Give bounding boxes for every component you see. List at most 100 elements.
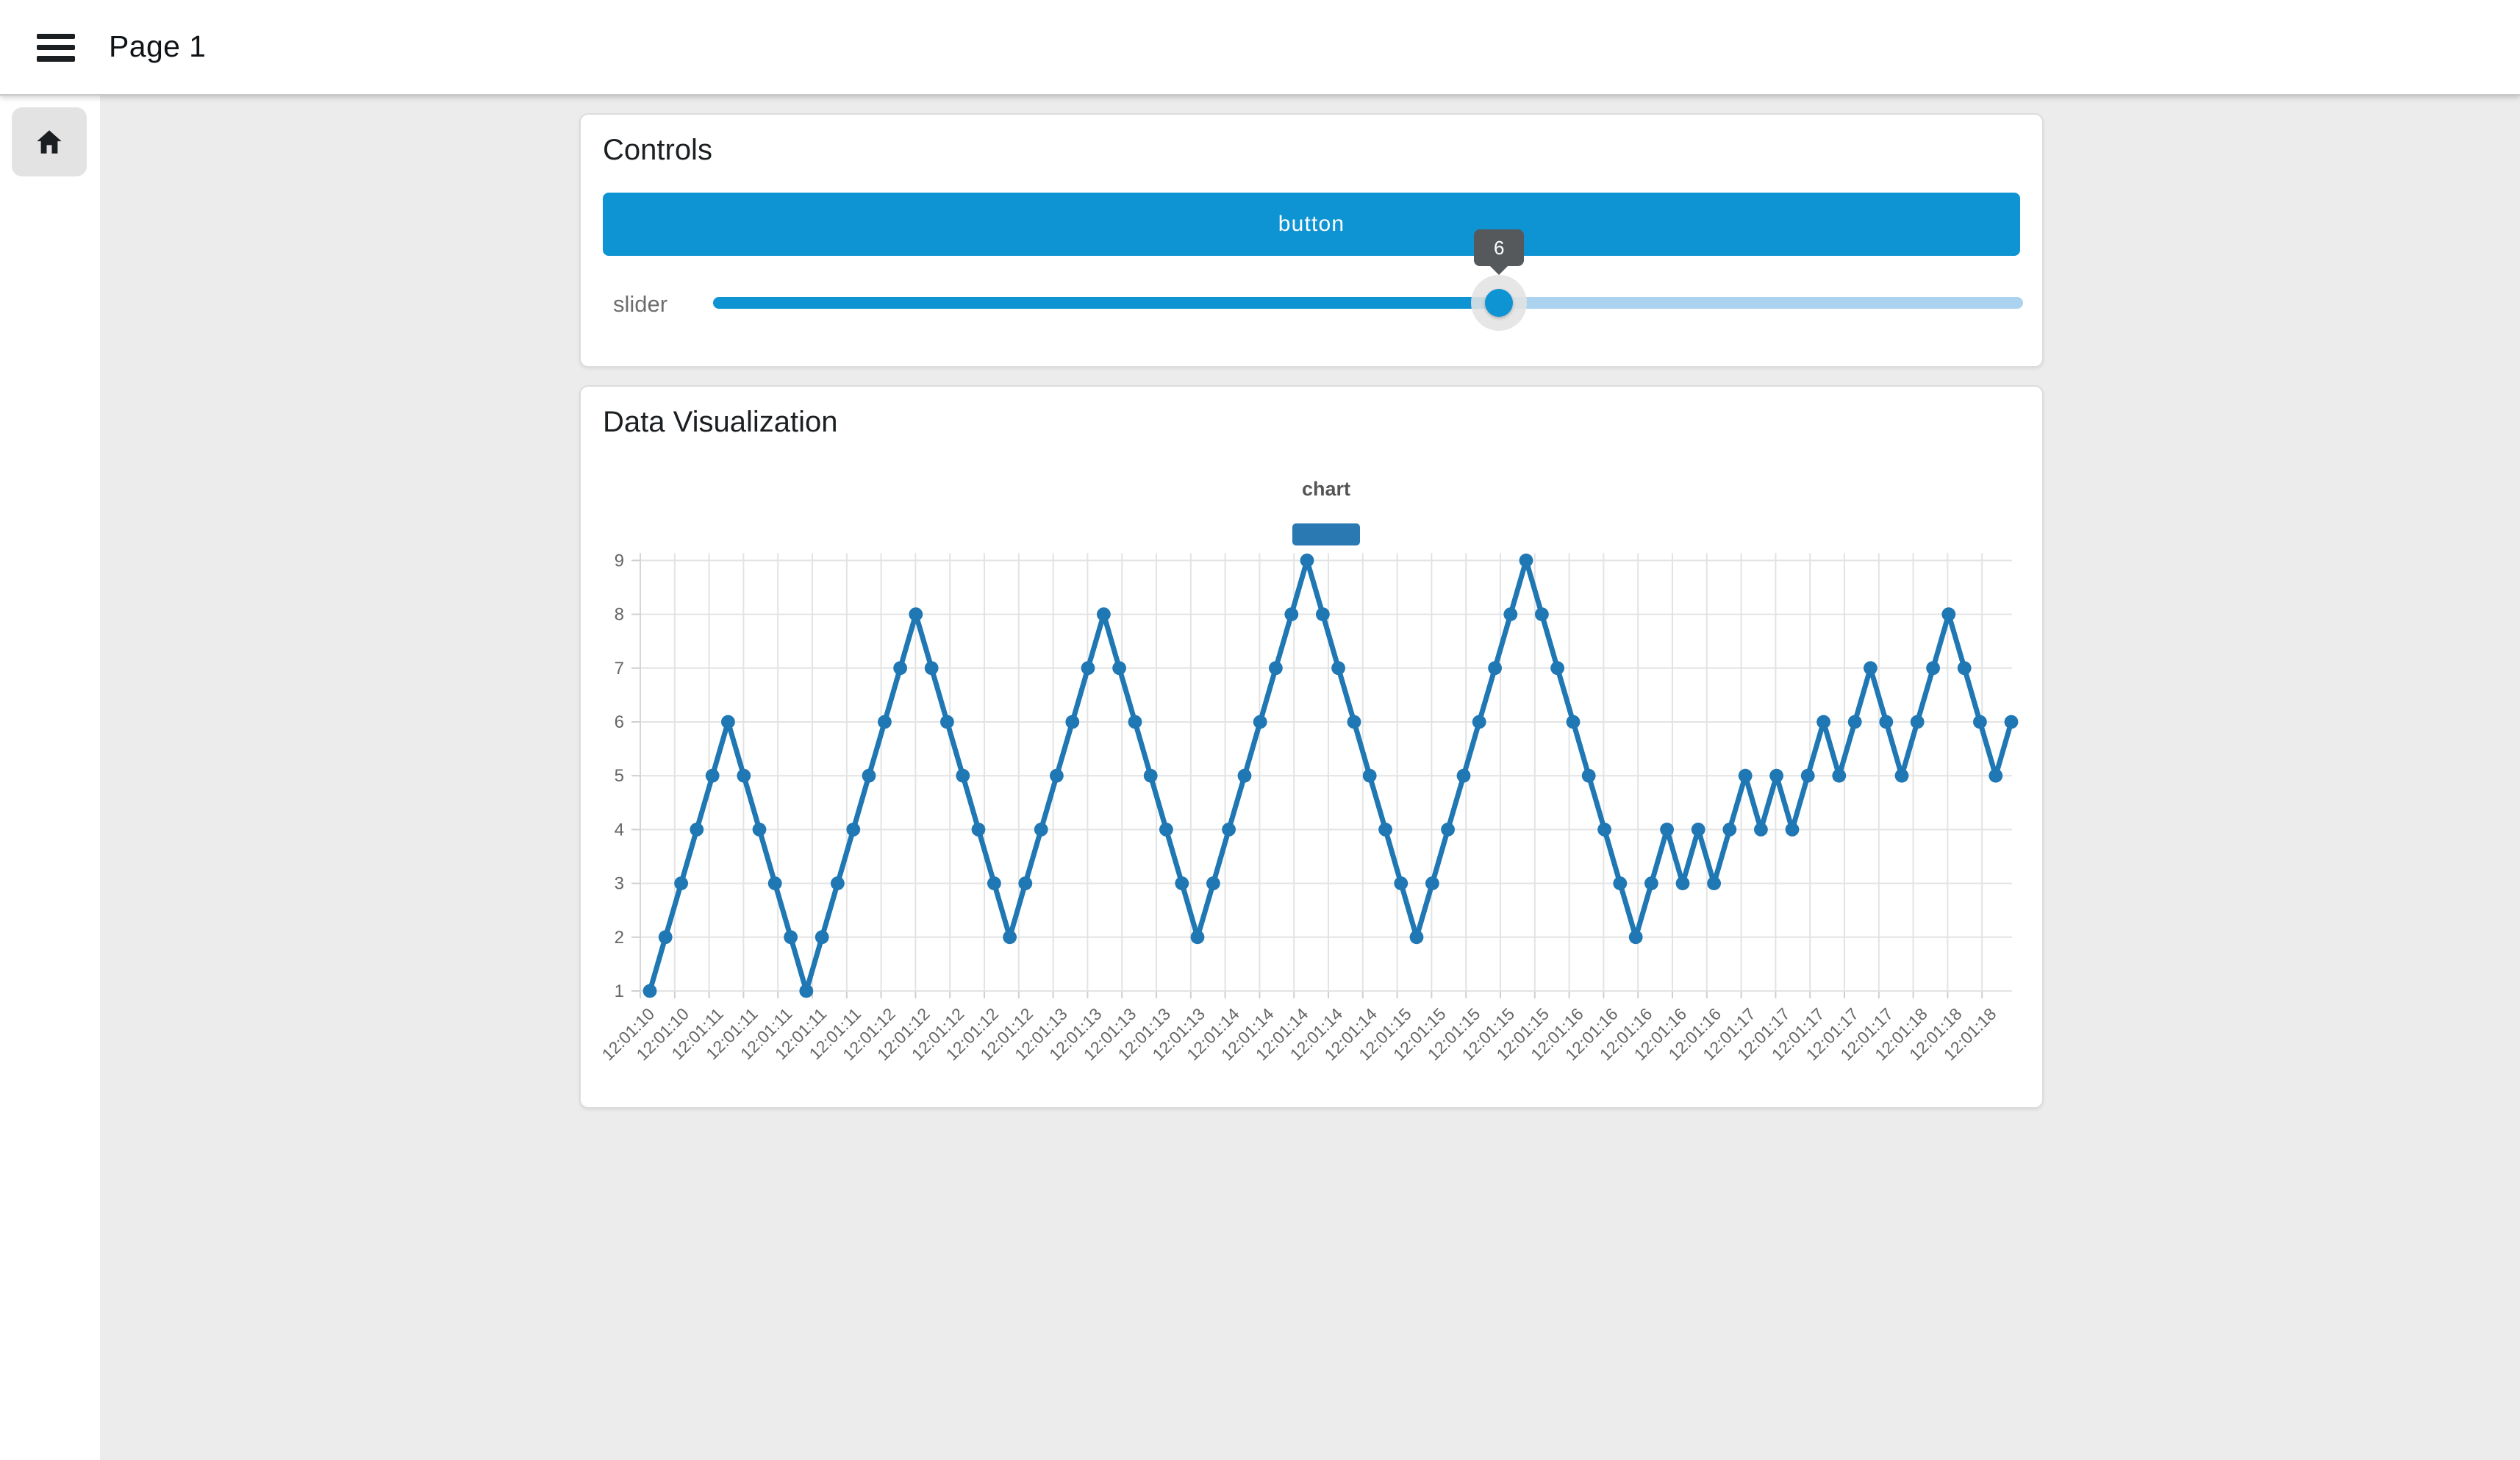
data-point[interactable]: [1801, 769, 1815, 783]
data-point[interactable]: [1848, 715, 1862, 729]
data-point[interactable]: [690, 823, 704, 837]
data-point[interactable]: [1347, 715, 1361, 729]
data-point[interactable]: [1269, 661, 1283, 675]
data-point[interactable]: [1472, 715, 1486, 729]
data-point[interactable]: [1441, 823, 1455, 837]
data-point[interactable]: [1457, 769, 1471, 783]
data-point[interactable]: [1378, 823, 1392, 837]
y-tick-label: 4: [615, 820, 624, 840]
data-point[interactable]: [1253, 715, 1267, 729]
data-point[interactable]: [1175, 876, 1189, 890]
data-point[interactable]: [1613, 876, 1627, 890]
data-point[interactable]: [659, 930, 673, 944]
data-point[interactable]: [1582, 769, 1596, 783]
data-point[interactable]: [1707, 876, 1721, 890]
data-point[interactable]: [1754, 823, 1768, 837]
data-point[interactable]: [972, 823, 986, 837]
data-point[interactable]: [1191, 930, 1205, 944]
data-point[interactable]: [1660, 823, 1674, 837]
data-point[interactable]: [1786, 823, 1800, 837]
data-point[interactable]: [1519, 554, 1533, 568]
data-point[interactable]: [1550, 661, 1564, 675]
data-point[interactable]: [940, 715, 954, 729]
data-point[interactable]: [1206, 876, 1220, 890]
data-point[interactable]: [1394, 876, 1408, 890]
controls-card: Controls button slider 6: [579, 113, 2044, 368]
legend-swatch[interactable]: [1292, 523, 1360, 545]
slider-value-tooltip: 6: [1474, 229, 1524, 266]
data-point[interactable]: [1832, 769, 1846, 783]
data-point[interactable]: [784, 930, 798, 944]
data-point[interactable]: [1535, 607, 1549, 621]
data-point[interactable]: [956, 769, 970, 783]
data-point[interactable]: [1144, 769, 1158, 783]
data-point[interactable]: [1159, 823, 1173, 837]
data-point[interactable]: [1503, 607, 1517, 621]
data-point[interactable]: [674, 876, 688, 890]
data-point[interactable]: [878, 715, 892, 729]
data-point[interactable]: [831, 876, 845, 890]
data-point[interactable]: [846, 823, 860, 837]
line-chart[interactable]: chart12:01:1012:01:1012:01:1112:01:1112:…: [581, 387, 2042, 1107]
data-point[interactable]: [1644, 876, 1658, 890]
data-point[interactable]: [862, 769, 876, 783]
data-point[interactable]: [1973, 715, 1987, 729]
data-point[interactable]: [721, 715, 735, 729]
data-point[interactable]: [1284, 607, 1298, 621]
data-point[interactable]: [799, 984, 813, 998]
data-point[interactable]: [643, 984, 657, 998]
slider-thumb[interactable]: [1485, 289, 1513, 317]
data-point[interactable]: [1958, 661, 1972, 675]
data-point[interactable]: [1112, 661, 1126, 675]
data-point[interactable]: [1722, 823, 1736, 837]
data-point[interactable]: [737, 769, 751, 783]
data-point[interactable]: [1425, 876, 1439, 890]
data-point[interactable]: [1410, 930, 1424, 944]
data-point[interactable]: [2005, 715, 2019, 729]
data-point[interactable]: [1879, 715, 1893, 729]
data-point[interactable]: [1895, 769, 1909, 783]
data-point[interactable]: [1567, 715, 1581, 729]
action-button[interactable]: button: [603, 193, 2020, 256]
data-point[interactable]: [753, 823, 767, 837]
page-title: Page 1: [109, 29, 206, 64]
data-point[interactable]: [1692, 823, 1705, 837]
data-point[interactable]: [1222, 823, 1236, 837]
data-point[interactable]: [1864, 661, 1878, 675]
data-point[interactable]: [925, 661, 939, 675]
data-point[interactable]: [1238, 769, 1252, 783]
data-point[interactable]: [1316, 607, 1330, 621]
data-point[interactable]: [1331, 661, 1345, 675]
data-point[interactable]: [1488, 661, 1502, 675]
data-point[interactable]: [1941, 607, 1955, 621]
data-point[interactable]: [1629, 930, 1643, 944]
data-point[interactable]: [1300, 554, 1314, 568]
slider-rail[interactable]: [713, 297, 2023, 309]
data-point[interactable]: [1597, 823, 1611, 837]
data-point[interactable]: [1816, 715, 1830, 729]
data-point[interactable]: [1003, 930, 1017, 944]
data-point[interactable]: [1081, 661, 1095, 675]
data-point[interactable]: [1050, 769, 1064, 783]
data-point[interactable]: [987, 876, 1001, 890]
data-point[interactable]: [1989, 769, 2002, 783]
data-point[interactable]: [1097, 607, 1111, 621]
menu-icon[interactable]: [37, 34, 75, 62]
data-point[interactable]: [706, 769, 720, 783]
data-point[interactable]: [1926, 661, 1940, 675]
data-point[interactable]: [768, 876, 782, 890]
data-point[interactable]: [1034, 823, 1048, 837]
data-point[interactable]: [1769, 769, 1783, 783]
data-point[interactable]: [1065, 715, 1079, 729]
data-point[interactable]: [1128, 715, 1142, 729]
data-point[interactable]: [1018, 876, 1032, 890]
data-point[interactable]: [1739, 769, 1753, 783]
data-point[interactable]: [909, 607, 923, 621]
data-point[interactable]: [815, 930, 829, 944]
data-point[interactable]: [1911, 715, 1925, 729]
data-point[interactable]: [893, 661, 907, 675]
sidebar-item-home[interactable]: [12, 107, 87, 176]
data-point[interactable]: [1363, 769, 1377, 783]
y-tick-label: 3: [615, 874, 624, 894]
data-point[interactable]: [1676, 876, 1690, 890]
